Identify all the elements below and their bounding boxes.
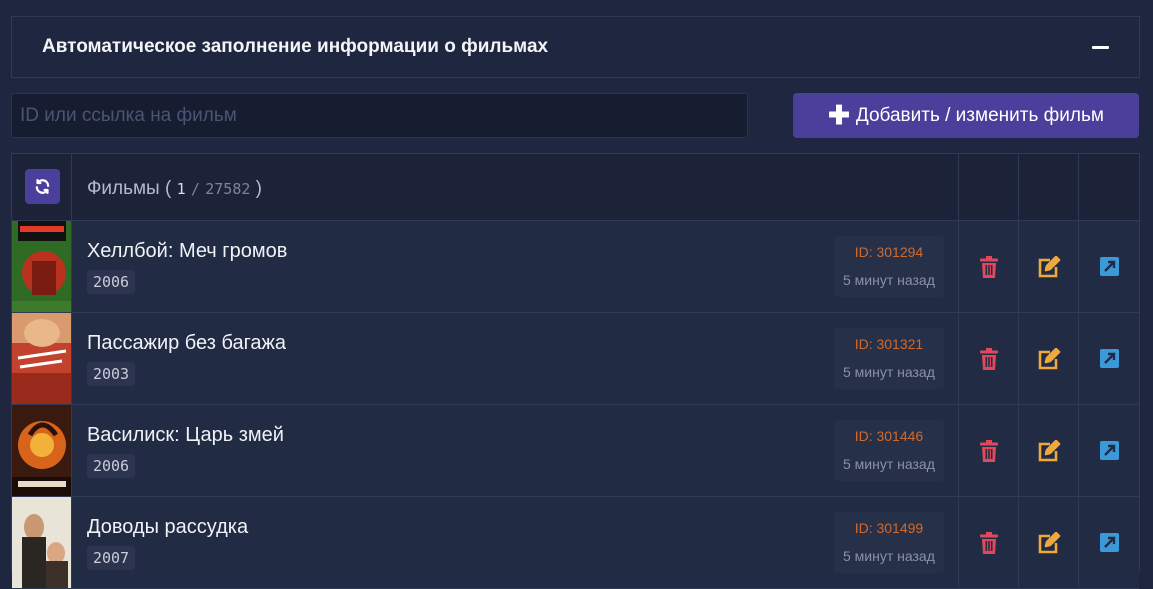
film-year: 2006	[86, 454, 136, 478]
films-count-heading: Фильмы ( 1 / 27582 )	[86, 178, 262, 199]
edit-icon	[1038, 255, 1060, 277]
film-id: ID: 301294	[854, 244, 924, 260]
autofill-panel-header: Автоматическое заполнение информации о ф…	[11, 16, 1140, 78]
refresh-button[interactable]	[25, 169, 60, 204]
open-button[interactable]	[1099, 349, 1119, 368]
edit-icon	[1038, 347, 1060, 369]
films-current: 1	[176, 180, 186, 198]
open-button[interactable]	[1099, 257, 1119, 276]
delete-button[interactable]	[979, 531, 998, 554]
film-meta: ID: 301446 5 минут назад	[833, 420, 944, 481]
film-title: Пассажир без багажа	[86, 332, 287, 354]
external-link-icon	[1099, 533, 1119, 552]
film-year: 2007	[86, 546, 136, 570]
plus-icon: ✚	[828, 99, 850, 130]
trash-icon	[979, 531, 998, 554]
film-year: 2003	[86, 362, 136, 386]
film-id: ID: 301321	[854, 336, 924, 352]
film-title: Хеллбой: Меч громов	[86, 240, 288, 262]
trash-icon	[979, 439, 998, 462]
films-table: Фильмы ( 1 / 27582 ) Хеллбой: Меч громов…	[11, 153, 1140, 589]
add-film-button[interactable]: ✚ Добавить / изменить фильм	[793, 93, 1139, 138]
film-poster	[12, 221, 71, 312]
panel-title: Автоматическое заполнение информации о ф…	[42, 36, 549, 57]
film-poster	[12, 405, 71, 496]
film-meta: ID: 301499 5 минут назад	[833, 512, 944, 573]
trash-icon	[979, 255, 998, 278]
refresh-icon	[35, 178, 50, 195]
film-title: Василиск: Царь змей	[86, 424, 284, 446]
table-row: Пассажир без багажа 2003 ID: 301321 5 ми…	[12, 313, 1139, 405]
film-updated-time: 5 минут назад	[843, 548, 935, 564]
film-updated-time: 5 минут назад	[843, 364, 935, 380]
film-id-input[interactable]	[11, 93, 748, 138]
minus-icon[interactable]	[1092, 45, 1109, 49]
delete-button[interactable]	[979, 347, 998, 370]
edit-icon	[1038, 439, 1060, 461]
film-title: Доводы рассудка	[86, 516, 249, 538]
films-total: 27582	[205, 180, 251, 198]
add-film-button-label: Добавить / изменить фильм	[855, 104, 1104, 126]
film-id: ID: 301499	[854, 520, 924, 536]
external-link-icon	[1099, 349, 1119, 368]
table-row: Василиск: Царь змей 2006 ID: 301446 5 ми…	[12, 405, 1139, 497]
film-year: 2006	[86, 270, 136, 294]
edit-button[interactable]	[1037, 531, 1061, 554]
film-meta: ID: 301294 5 минут назад	[833, 236, 944, 297]
edit-button[interactable]	[1037, 255, 1061, 278]
delete-button[interactable]	[979, 255, 998, 278]
edit-icon	[1038, 531, 1060, 553]
table-row: Доводы рассудка 2007 ID: 301499 5 минут …	[12, 497, 1139, 589]
edit-button[interactable]	[1037, 439, 1061, 462]
film-meta: ID: 301321 5 минут назад	[833, 328, 944, 389]
edit-button[interactable]	[1037, 347, 1061, 370]
external-link-icon	[1099, 257, 1119, 276]
film-poster	[12, 497, 71, 588]
table-row: Хеллбой: Меч громов 2006 ID: 301294 5 ми…	[12, 221, 1139, 313]
open-button[interactable]	[1099, 533, 1119, 552]
films-label: Фильмы	[86, 178, 160, 199]
film-poster	[12, 313, 71, 404]
delete-button[interactable]	[979, 439, 998, 462]
open-button[interactable]	[1099, 441, 1119, 460]
external-link-icon	[1099, 441, 1119, 460]
film-id: ID: 301446	[854, 428, 924, 444]
film-updated-time: 5 минут назад	[843, 456, 935, 472]
table-header-row: Фильмы ( 1 / 27582 )	[12, 154, 1139, 221]
film-updated-time: 5 минут назад	[843, 272, 935, 288]
trash-icon	[979, 347, 998, 370]
